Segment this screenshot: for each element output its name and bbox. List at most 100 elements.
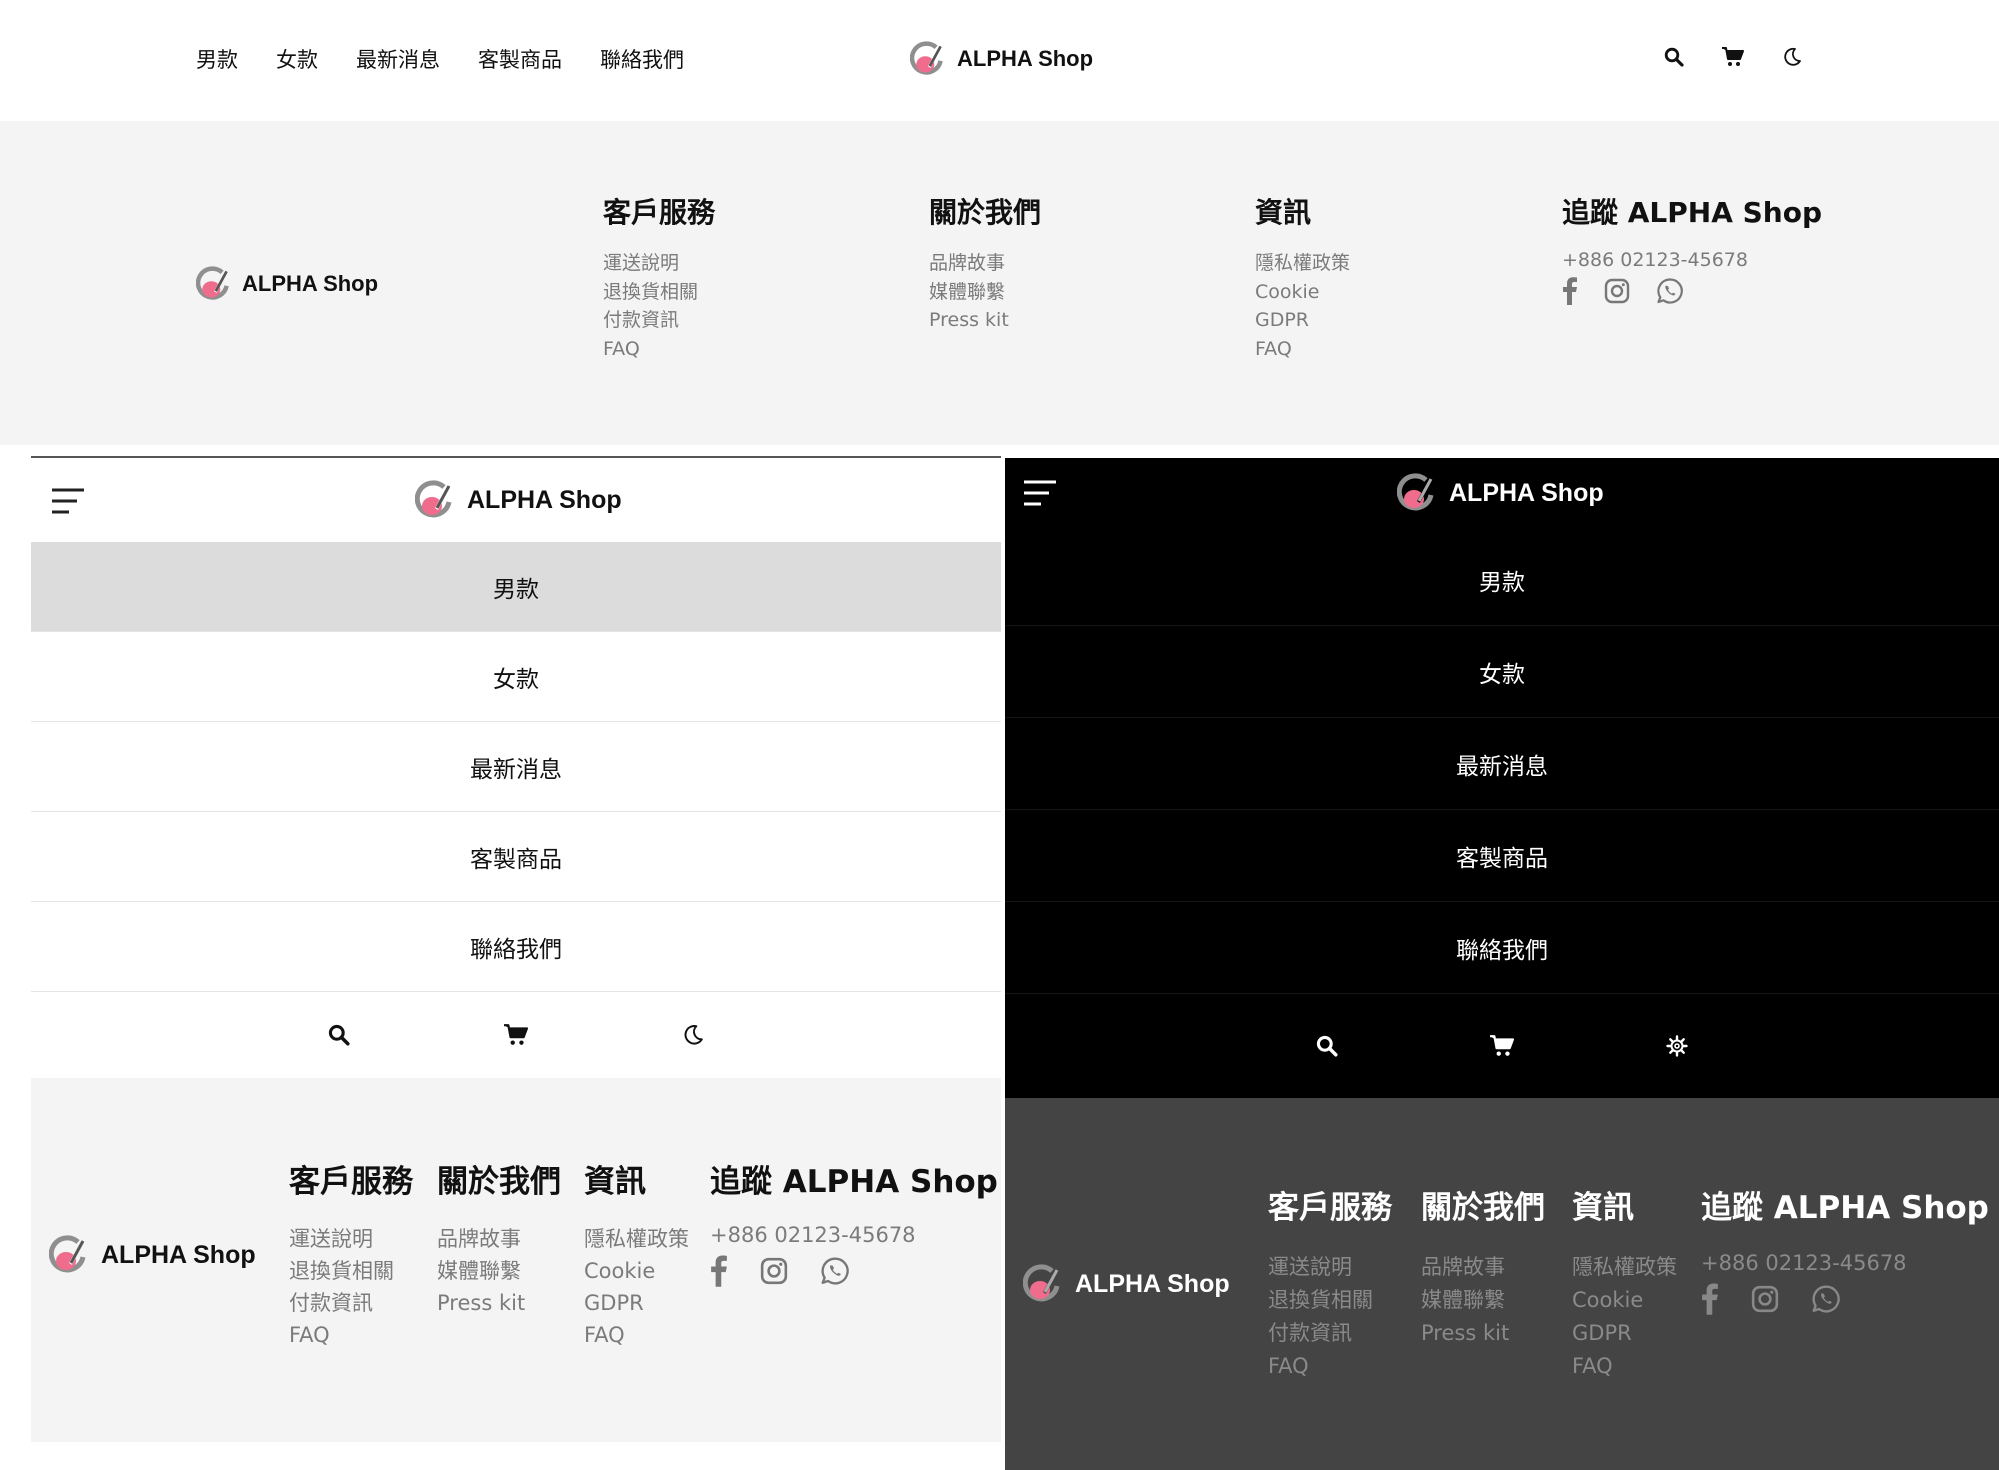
- column-title: 關於我們: [929, 196, 1042, 229]
- search-icon[interactable]: [328, 1024, 350, 1046]
- brand-logo-icon: [1397, 473, 1434, 511]
- phone-number: +886 02123-45678: [1562, 249, 1748, 271]
- footer-link[interactable]: GDPR: [584, 1287, 689, 1319]
- mobile-logo-text: ALPHA Shop: [467, 485, 622, 514]
- footer-logo[interactable]: ALPHA Shop: [1023, 1262, 1230, 1306]
- cart-icon[interactable]: [1490, 1035, 1514, 1057]
- footer-link[interactable]: FAQ: [603, 335, 715, 364]
- column-title: 客戶服務: [289, 1164, 413, 1200]
- footer-logo-text: ALPHA Shop: [1075, 1269, 1230, 1298]
- footer-link[interactable]: 隱私權政策: [584, 1223, 689, 1255]
- mobile-header: ALPHA Shop: [1005, 458, 1999, 534]
- nav-item-custom[interactable]: 客製商品: [478, 44, 562, 74]
- menu-item-contact[interactable]: 聯絡我們: [31, 902, 1001, 992]
- footer-logo[interactable]: ALPHA Shop: [196, 264, 378, 304]
- footer-link[interactable]: 品牌故事: [437, 1223, 561, 1255]
- moon-icon[interactable]: [1782, 47, 1802, 67]
- mobile-menu: 男款 女款 最新消息 客製商品 聯絡我們: [31, 542, 1001, 992]
- mobile-logo[interactable]: ALPHA Shop: [1397, 471, 1604, 515]
- mobile-logo[interactable]: ALPHA Shop: [415, 478, 622, 522]
- cart-icon[interactable]: [504, 1024, 528, 1046]
- cart-icon[interactable]: [1722, 47, 1744, 67]
- footer-link[interactable]: 退換貨相關: [603, 278, 715, 307]
- footer-column-about: 關於我們 品牌故事 媒體聯繫 Press kit: [437, 1156, 561, 1319]
- menu-item-news[interactable]: 最新消息: [1005, 718, 1999, 810]
- footer-link[interactable]: Press kit: [929, 306, 1041, 335]
- header-logo[interactable]: ALPHA Shop: [910, 39, 1093, 79]
- footer-link[interactable]: Press kit: [1421, 1317, 1545, 1350]
- desktop-footer: ALPHA Shop 客戶服務 運送說明 退換貨相關 付款資訊 FAQ 關於我們…: [0, 121, 1999, 445]
- nav-item-news[interactable]: 最新消息: [356, 44, 440, 74]
- footer-column-follow: 追蹤 ALPHA Shop +886 02123-45678: [1701, 1182, 1989, 1315]
- instagram-icon[interactable]: [760, 1257, 788, 1285]
- menu-item-men[interactable]: 男款: [31, 542, 1001, 632]
- footer-link[interactable]: 媒體聯繫: [1421, 1284, 1545, 1317]
- footer-link[interactable]: FAQ: [1268, 1350, 1392, 1383]
- footer-link[interactable]: 付款資訊: [289, 1287, 413, 1319]
- hamburger-icon[interactable]: [51, 488, 85, 518]
- footer-link[interactable]: FAQ: [289, 1319, 413, 1351]
- menu-item-women[interactable]: 女款: [31, 632, 1001, 722]
- footer-link[interactable]: 運送說明: [1268, 1251, 1392, 1284]
- search-icon[interactable]: [1664, 47, 1684, 67]
- footer-link[interactable]: 付款資訊: [603, 306, 715, 335]
- nav-item-women[interactable]: 女款: [276, 44, 318, 74]
- footer-column-follow: 追蹤 ALPHA Shop +886 02123-45678: [1562, 191, 1822, 305]
- footer-link[interactable]: 退換貨相關: [289, 1255, 413, 1287]
- column-title: 客戶服務: [1268, 1190, 1392, 1226]
- footer-column-follow: 追蹤 ALPHA Shop +886 02123-45678: [710, 1156, 998, 1287]
- facebook-icon[interactable]: [710, 1255, 728, 1287]
- phone-number: +886 02123-45678: [1701, 1251, 1907, 1275]
- footer-link[interactable]: FAQ: [1572, 1350, 1677, 1383]
- menu-item-custom[interactable]: 客製商品: [1005, 810, 1999, 902]
- hamburger-icon[interactable]: [1023, 480, 1057, 510]
- footer-link[interactable]: Cookie: [584, 1255, 689, 1287]
- mobile-icons: [31, 992, 1001, 1078]
- instagram-icon[interactable]: [1604, 278, 1630, 304]
- facebook-icon[interactable]: [1562, 277, 1578, 305]
- menu-item-contact[interactable]: 聯絡我們: [1005, 902, 1999, 994]
- footer-link[interactable]: 運送說明: [603, 249, 715, 278]
- moon-icon[interactable]: [682, 1024, 704, 1046]
- footer-link[interactable]: 品牌故事: [929, 249, 1041, 278]
- instagram-icon[interactable]: [1751, 1285, 1779, 1313]
- desktop-nav: 男款 女款 最新消息 客製商品 聯絡我們: [196, 44, 684, 74]
- menu-item-custom[interactable]: 客製商品: [31, 812, 1001, 902]
- column-title: 追蹤 ALPHA Shop: [710, 1164, 998, 1200]
- footer-logo-text: ALPHA Shop: [242, 271, 379, 296]
- mobile-footer: ALPHA Shop 客戶服務 運送說明 退換貨相關 付款資訊 FAQ 關於我們…: [1005, 1098, 1999, 1470]
- search-icon[interactable]: [1316, 1035, 1338, 1057]
- footer-link[interactable]: 媒體聯繫: [437, 1255, 561, 1287]
- social-links: [1562, 277, 1822, 305]
- footer-link[interactable]: 運送說明: [289, 1223, 413, 1255]
- footer-link[interactable]: 媒體聯繫: [929, 278, 1041, 307]
- footer-logo[interactable]: ALPHA Shop: [49, 1233, 256, 1277]
- footer-link[interactable]: FAQ: [584, 1319, 689, 1351]
- column-title: 關於我們: [437, 1164, 561, 1200]
- footer-link[interactable]: GDPR: [1255, 306, 1350, 335]
- footer-link[interactable]: Press kit: [437, 1287, 561, 1319]
- footer-column-info: 資訊 隱私權政策 Cookie GDPR FAQ: [1572, 1182, 1677, 1383]
- nav-item-men[interactable]: 男款: [196, 44, 238, 74]
- footer-link[interactable]: FAQ: [1255, 335, 1350, 364]
- brand-logo-icon: [49, 1235, 86, 1273]
- footer-link[interactable]: Cookie: [1255, 278, 1350, 307]
- menu-item-women[interactable]: 女款: [1005, 626, 1999, 718]
- gear-icon[interactable]: [1666, 1035, 1688, 1057]
- whatsapp-icon[interactable]: [1656, 277, 1684, 305]
- facebook-icon[interactable]: [1701, 1283, 1719, 1315]
- footer-link[interactable]: 隱私權政策: [1572, 1251, 1677, 1284]
- footer-link[interactable]: 退換貨相關: [1268, 1284, 1392, 1317]
- whatsapp-icon[interactable]: [1811, 1284, 1841, 1314]
- footer-link[interactable]: 付款資訊: [1268, 1317, 1392, 1350]
- menu-item-men[interactable]: 男款: [1005, 534, 1999, 626]
- footer-column-service: 客戶服務 運送說明 退換貨相關 付款資訊 FAQ: [603, 191, 715, 363]
- nav-item-contact[interactable]: 聯絡我們: [600, 44, 684, 74]
- menu-item-news[interactable]: 最新消息: [31, 722, 1001, 812]
- footer-link[interactable]: Cookie: [1572, 1284, 1677, 1317]
- mobile-light-view: ALPHA Shop 男款 女款 最新消息 客製商品 聯絡我們 ALPHA Sh…: [31, 456, 1001, 1442]
- footer-link[interactable]: GDPR: [1572, 1317, 1677, 1350]
- footer-link[interactable]: 隱私權政策: [1255, 249, 1350, 278]
- footer-link[interactable]: 品牌故事: [1421, 1251, 1545, 1284]
- whatsapp-icon[interactable]: [820, 1256, 850, 1286]
